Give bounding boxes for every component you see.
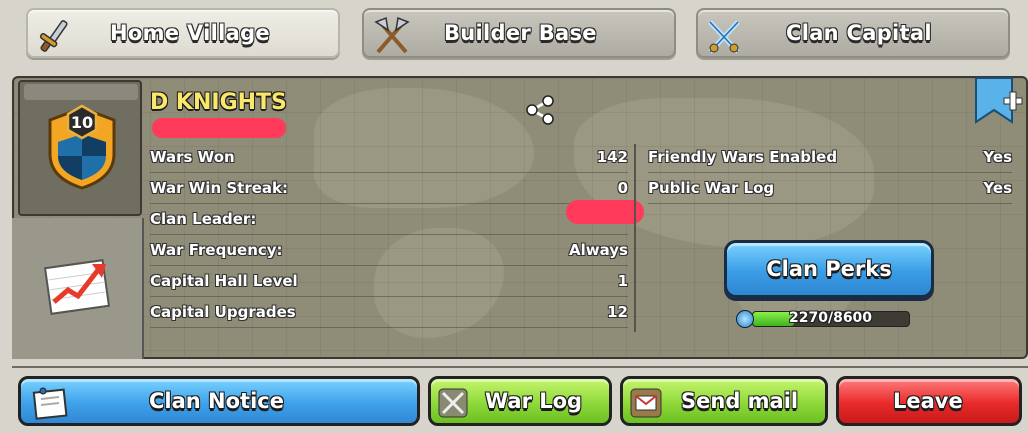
stat-label: Wars Won (150, 148, 235, 166)
clan-level: 10 (70, 113, 94, 132)
badge-banner (24, 84, 138, 100)
share-icon[interactable] (524, 94, 556, 126)
stat-label: Friendly Wars Enabled (648, 148, 838, 166)
stat-row-war-frequency: War Frequency: Always (150, 235, 628, 266)
bookmark-add-icon[interactable] (972, 76, 1024, 128)
stat-value: Yes (983, 179, 1012, 197)
tab-home-village[interactable]: Home Village (26, 8, 340, 58)
notice-board-icon (32, 387, 68, 420)
tab-clan-capital-label: Clan Capital (786, 21, 932, 45)
tab-clan-capital[interactable]: Clan Capital (696, 8, 1010, 58)
stat-label: War Win Streak: (150, 179, 288, 197)
clan-perks-button[interactable]: Clan Perks (724, 240, 934, 298)
stat-value: Always (569, 241, 628, 259)
stat-value: 12 (607, 303, 628, 321)
tab-builder-base-label: Builder Base (444, 21, 597, 45)
stat-row-friendly-wars: Friendly Wars Enabled Yes (648, 142, 1012, 173)
sword-icon (39, 20, 68, 52)
crossed-swords-icon (438, 388, 468, 418)
stat-value: 0 (617, 179, 628, 197)
clan-perks-label: Clan Perks (766, 257, 892, 281)
clan-stats-right: Friendly Wars Enabled Yes Public War Log… (648, 142, 1012, 204)
clan-xp-bar: 2270/8600 (752, 310, 910, 327)
stats-divider (634, 144, 636, 332)
stat-row-clan-leader: Clan Leader: (150, 204, 628, 235)
clan-xp-fill (753, 312, 795, 326)
stat-value: 142 (596, 148, 628, 166)
redacted-tag (152, 118, 286, 138)
mail-icon (630, 388, 662, 418)
clan-stats-left: Wars Won 142 War Win Streak: 0 Clan Lead… (150, 142, 628, 328)
leave-label: Leave (893, 389, 963, 413)
stat-label: War Frequency: (150, 241, 283, 259)
stat-row-war-win-streak: War Win Streak: 0 (150, 173, 628, 204)
clan-name: D KNIGHTS (150, 90, 287, 115)
war-log-button[interactable]: War Log (428, 376, 612, 426)
stat-row-public-war-log: Public War Log Yes (648, 173, 1012, 204)
stat-label: Capital Upgrades (150, 303, 296, 321)
stat-row-wars-won: Wars Won 142 (150, 142, 628, 173)
stat-label: Public War Log (648, 179, 775, 197)
tab-home-village-label: Home Village (110, 21, 270, 45)
xp-star-icon (736, 310, 754, 328)
stat-value: Yes (983, 148, 1012, 166)
send-mail-label: Send mail (681, 389, 799, 413)
clan-xp-text: 2270/8600 (789, 310, 873, 326)
clan-notice-label: Clan Notice (149, 389, 284, 413)
chart-growth-icon (43, 259, 111, 315)
tab-builder-base[interactable]: Builder Base (362, 8, 676, 58)
stat-label: Capital Hall Level (150, 272, 298, 290)
stat-row-capital-upgrades: Capital Upgrades 12 (150, 297, 628, 328)
war-log-label: War Log (485, 389, 583, 413)
stat-label: Clan Leader: (150, 210, 257, 228)
crossed-swords-icon (708, 20, 740, 54)
clan-notice-button[interactable]: Clan Notice (18, 376, 420, 426)
send-mail-button[interactable]: Send mail (620, 376, 828, 426)
leave-button[interactable]: Leave (836, 376, 1022, 426)
crossed-axes-icon (374, 16, 410, 54)
stat-value: 1 (617, 272, 628, 290)
redacted-clan-leader (566, 200, 644, 224)
stat-row-capital-hall-level: Capital Hall Level 1 (150, 266, 628, 297)
